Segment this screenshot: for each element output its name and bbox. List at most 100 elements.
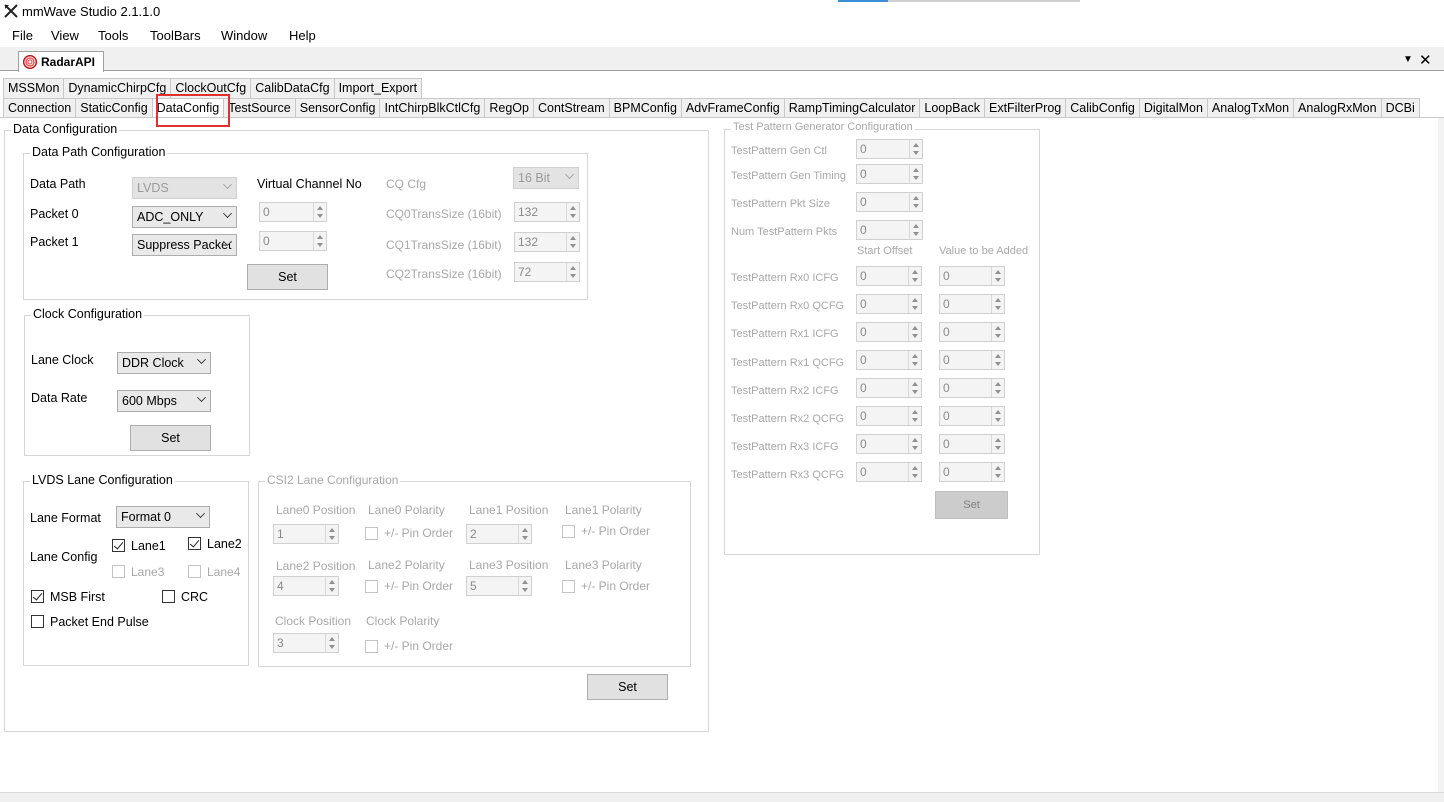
spinner-buttons[interactable] [991,463,1004,481]
menu-tools[interactable]: Tools [98,28,128,43]
tab-analogtxmon[interactable]: AnalogTxMon [1206,98,1295,118]
menu-file[interactable]: File [12,28,33,43]
spinner-buttons[interactable] [908,407,921,425]
lane2-checkbox[interactable] [188,537,201,550]
spinner-buttons[interactable] [991,323,1004,341]
tp-row-offset-spinner[interactable]: 0 [856,266,922,286]
tab-advframeconfig[interactable]: AdvFrameConfig [680,98,785,118]
menu-window[interactable]: Window [221,28,267,43]
tab-regop[interactable]: RegOp [484,98,534,118]
vc1-spinner[interactable]: 0 [259,231,327,251]
csi2-lane1-pin-order-checkbox[interactable] [562,525,575,538]
tp-row-add-spinner[interactable]: 0 [939,294,1005,314]
clock-set-button[interactable]: Set [130,425,211,451]
csi2-lane3-spinner[interactable]: 5 [466,576,532,596]
spinner-buttons[interactable] [908,463,921,481]
tab-contstream[interactable]: ContStream [532,98,610,118]
spinner-buttons[interactable] [518,577,531,595]
tp-row-offset-spinner[interactable]: 0 [856,350,922,370]
csi2-lane2-spinner[interactable]: 4 [273,576,339,596]
spinner-buttons[interactable] [908,351,921,369]
cq2-spinner[interactable]: 72 [514,262,580,282]
csi2-clock-pin-order-checkbox[interactable] [365,640,378,653]
csi2-lane1-spinner[interactable]: 2 [466,524,532,544]
cq0-spinner[interactable]: 132 [514,202,580,222]
spinner-buttons[interactable] [909,221,922,239]
tp-row-offset-spinner[interactable]: 0 [856,294,922,314]
spinner-buttons[interactable] [908,323,921,341]
spinner-buttons[interactable] [991,435,1004,453]
spinner-buttons[interactable] [908,379,921,397]
spinner-buttons[interactable] [325,525,338,543]
cq1-spinner[interactable]: 132 [514,232,580,252]
spinner-buttons[interactable] [313,203,326,221]
tp-row-offset-spinner[interactable]: 0 [856,434,922,454]
spinner-buttons[interactable] [518,525,531,543]
menu-toolbars[interactable]: ToolBars [150,28,201,43]
crc-checkbox[interactable] [162,590,175,603]
spinner-buttons[interactable] [909,165,922,183]
data-path-set-button[interactable]: Set [247,264,328,290]
csi2-lane0-pin-order-checkbox[interactable] [365,527,378,540]
tp-row-offset-spinner[interactable]: 0 [856,322,922,342]
test-pattern-set-button[interactable]: Set [935,491,1008,519]
spinner-buttons[interactable] [908,435,921,453]
tab-connection[interactable]: Connection [3,98,77,118]
vc0-spinner[interactable]: 0 [259,202,327,222]
spinner-buttons[interactable] [991,407,1004,425]
tab-mssmon[interactable]: MSSMon [3,78,65,98]
lane4-checkbox[interactable] [188,565,201,578]
tab-import-export[interactable]: Import_Export [333,78,423,98]
data-path-select[interactable]: LVDS [132,177,237,199]
tab-testsource[interactable]: TestSource [223,98,296,118]
tp-row-add-spinner[interactable]: 0 [939,434,1005,454]
csi2-lane0-spinner[interactable]: 1 [273,524,339,544]
spinner-buttons[interactable] [991,267,1004,285]
chevron-down-icon[interactable]: ▼ [1403,54,1413,65]
tp-num-pkts-spinner[interactable]: 0 [856,220,923,240]
lane1-checkbox[interactable] [112,539,125,552]
tab-loopback[interactable]: LoopBack [919,98,985,118]
packet0-select[interactable]: ADC_ONLY [132,206,237,228]
spinner-buttons[interactable] [325,634,338,652]
spinner-buttons[interactable] [991,351,1004,369]
tab-intchirpblkctlcfg[interactable]: IntChirpBlkCtlCfg [379,98,486,118]
tab-digitalmon[interactable]: DigitalMon [1138,98,1208,118]
close-icon[interactable]: ✕ [1419,51,1432,69]
csi2-lane2-pin-order-checkbox[interactable] [365,580,378,593]
tp-row-add-spinner[interactable]: 0 [939,406,1005,426]
csi2-clock-spinner[interactable]: 3 [273,633,339,653]
cq-cfg-select[interactable]: 16 Bit [513,167,579,189]
spinner-buttons[interactable] [991,295,1004,313]
tab-calibconfig[interactable]: CalibConfig [1065,98,1140,118]
lane-clock-select[interactable]: DDR Clock [117,352,211,374]
doc-tab-radarapi[interactable]: RadarAPI [18,51,104,72]
tab-ramptimingcalculator[interactable]: RampTimingCalculator [783,98,921,118]
tp-pkt-size-spinner[interactable]: 0 [856,192,923,212]
tab-calibdatacfg[interactable]: CalibDataCfg [250,78,335,98]
data-rate-select[interactable]: 600 Mbps [117,390,211,412]
spinner-buttons[interactable] [313,232,326,250]
tab-dcbi[interactable]: DCBi [1380,98,1420,118]
tp-row-offset-spinner[interactable]: 0 [856,462,922,482]
packet1-select[interactable]: Suppress Packet [132,234,237,256]
spinner-buttons[interactable] [908,267,921,285]
tp-gen-ctl-spinner[interactable]: 0 [856,139,923,159]
tp-row-offset-spinner[interactable]: 0 [856,406,922,426]
spinner-buttons[interactable] [909,193,922,211]
tp-row-add-spinner[interactable]: 0 [939,462,1005,482]
tab-sensorconfig[interactable]: SensorConfig [294,98,381,118]
csi2-lane3-pin-order-checkbox[interactable] [562,580,575,593]
spinner-buttons[interactable] [566,233,579,251]
tp-row-add-spinner[interactable]: 0 [939,350,1005,370]
data-config-set-button[interactable]: Set [587,674,668,700]
tab-extfilterprog[interactable]: ExtFilterProg [983,98,1067,118]
packet-end-pulse-checkbox[interactable] [31,615,44,628]
spinner-buttons[interactable] [908,295,921,313]
vertical-scrollbar[interactable] [1438,118,1444,792]
menu-help[interactable]: Help [289,28,316,43]
tp-row-add-spinner[interactable]: 0 [939,378,1005,398]
menu-view[interactable]: View [51,28,79,43]
lane3-checkbox[interactable] [112,565,125,578]
tp-row-add-spinner[interactable]: 0 [939,322,1005,342]
